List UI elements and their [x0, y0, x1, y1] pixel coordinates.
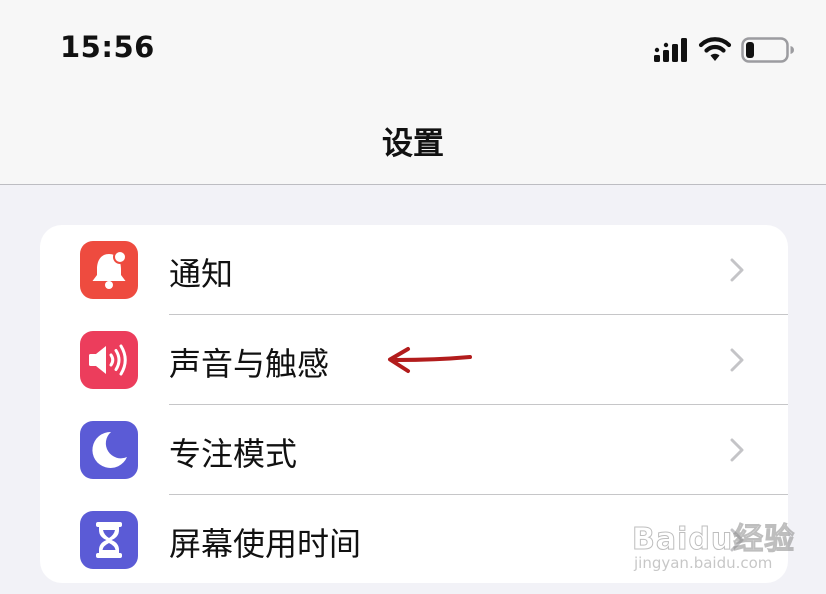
settings-row-label: 声音与触感 — [169, 345, 330, 383]
focus-icon-tile — [80, 421, 138, 479]
page-title: 设置 — [382, 126, 444, 162]
settings-row-label: 屏幕使用时间 — [169, 525, 362, 563]
bell-icon — [80, 241, 138, 299]
baidu-watermark: Baidu经验 jingyan.baidu.com — [631, 500, 796, 580]
cellular-signal-icon — [654, 38, 687, 62]
battery-icon — [741, 37, 794, 63]
screen-time-icon-tile — [80, 511, 138, 569]
chevron-right-icon — [730, 438, 744, 462]
status-time: 15:56 — [60, 30, 155, 64]
moon-icon — [80, 421, 138, 479]
chevron-right-icon — [730, 258, 744, 282]
settings-row-focus[interactable]: 专注模式 — [40, 405, 788, 495]
settings-row-notifications[interactable]: 通知 — [40, 225, 788, 315]
red-annotation-arrow — [388, 347, 472, 373]
hourglass-icon — [80, 511, 138, 569]
sounds-icon-tile — [80, 331, 138, 389]
top-bar: 15:56 设置 — [0, 0, 826, 185]
settings-row-label: 通知 — [169, 255, 234, 293]
speaker-icon — [80, 331, 138, 389]
settings-row-label: 专注模式 — [169, 435, 298, 473]
chevron-right-icon — [730, 348, 744, 372]
watermark-logo-text: Baidu经验 — [631, 522, 796, 558]
watermark-url: jingyan.baidu.com — [634, 554, 773, 572]
wifi-icon — [698, 37, 732, 61]
notifications-icon-tile — [80, 241, 138, 299]
